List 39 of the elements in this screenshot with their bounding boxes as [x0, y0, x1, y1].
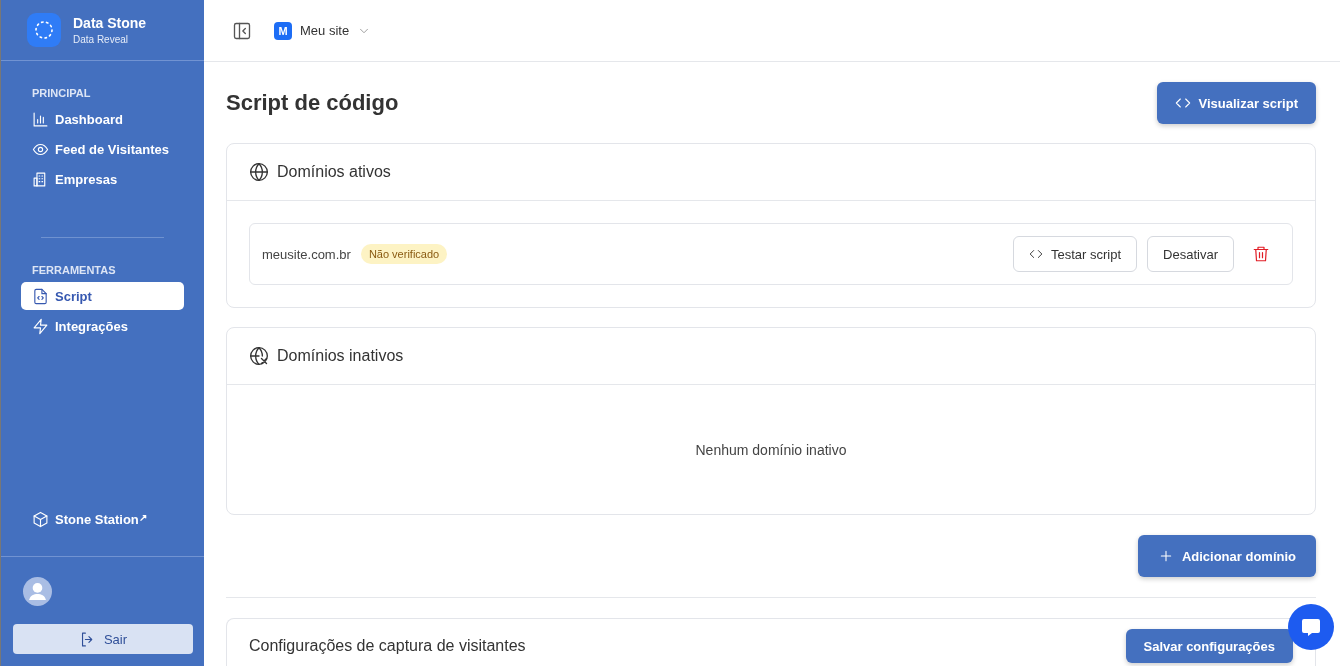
sidebar-item[interactable]: Integrações	[21, 312, 184, 340]
logo-icon	[27, 13, 61, 47]
save-settings-button[interactable]: Salvar configurações	[1125, 629, 1293, 663]
domain-name: meusite.com.br	[262, 246, 351, 262]
logout-button[interactable]: Sair	[13, 624, 193, 654]
deactivate-button[interactable]: Desativar	[1147, 236, 1234, 272]
sidebar-toggle-button[interactable]	[232, 20, 252, 41]
globe-icon	[249, 162, 269, 182]
lightning-icon	[32, 317, 49, 335]
trash-icon[interactable]	[1252, 245, 1270, 263]
panel-collapse-icon	[232, 20, 252, 41]
site-badge: M	[274, 21, 292, 40]
section-title: FERRAMENTAS	[31, 264, 117, 278]
sidebar-item[interactable]: Script	[21, 282, 184, 310]
file-code-icon	[32, 287, 49, 305]
card-title: Domínios ativos	[277, 163, 391, 181]
page-title: Script de código	[226, 90, 399, 116]
brand-name: Data Stone	[73, 15, 147, 31]
chat-button[interactable]	[1288, 604, 1334, 650]
card-title: Configurações de captura de visitantes	[249, 637, 526, 655]
view-script-button[interactable]: Visualizar script	[1156, 82, 1316, 124]
code-icon	[1174, 95, 1191, 111]
cube-icon	[32, 511, 49, 528]
site-selector[interactable]: Meu site	[300, 23, 350, 38]
status-badge: Não verificado	[360, 244, 448, 264]
test-script-button[interactable]: Testar script	[1013, 236, 1138, 272]
card-title: Domínios inativos	[277, 347, 404, 365]
add-domain-button[interactable]: Adicionar domínio	[1137, 535, 1316, 577]
external-link[interactable]: Stone Station↗	[1, 511, 204, 556]
avatar-icon	[23, 577, 52, 606]
globe-off-icon	[249, 346, 269, 366]
sidebar-item[interactable]: Dashboard	[21, 105, 184, 133]
code-icon	[1029, 247, 1043, 261]
chart-icon	[32, 110, 49, 128]
brand-subtitle: Data Reveal	[73, 34, 130, 45]
sidebar-item[interactable]: Empresas	[21, 165, 184, 193]
empty-message: Nenhum domínio inativo	[694, 440, 848, 460]
section-title: PRINCIPAL	[31, 87, 92, 101]
sidebar-item[interactable]: Feed de Visitantes	[21, 135, 184, 163]
